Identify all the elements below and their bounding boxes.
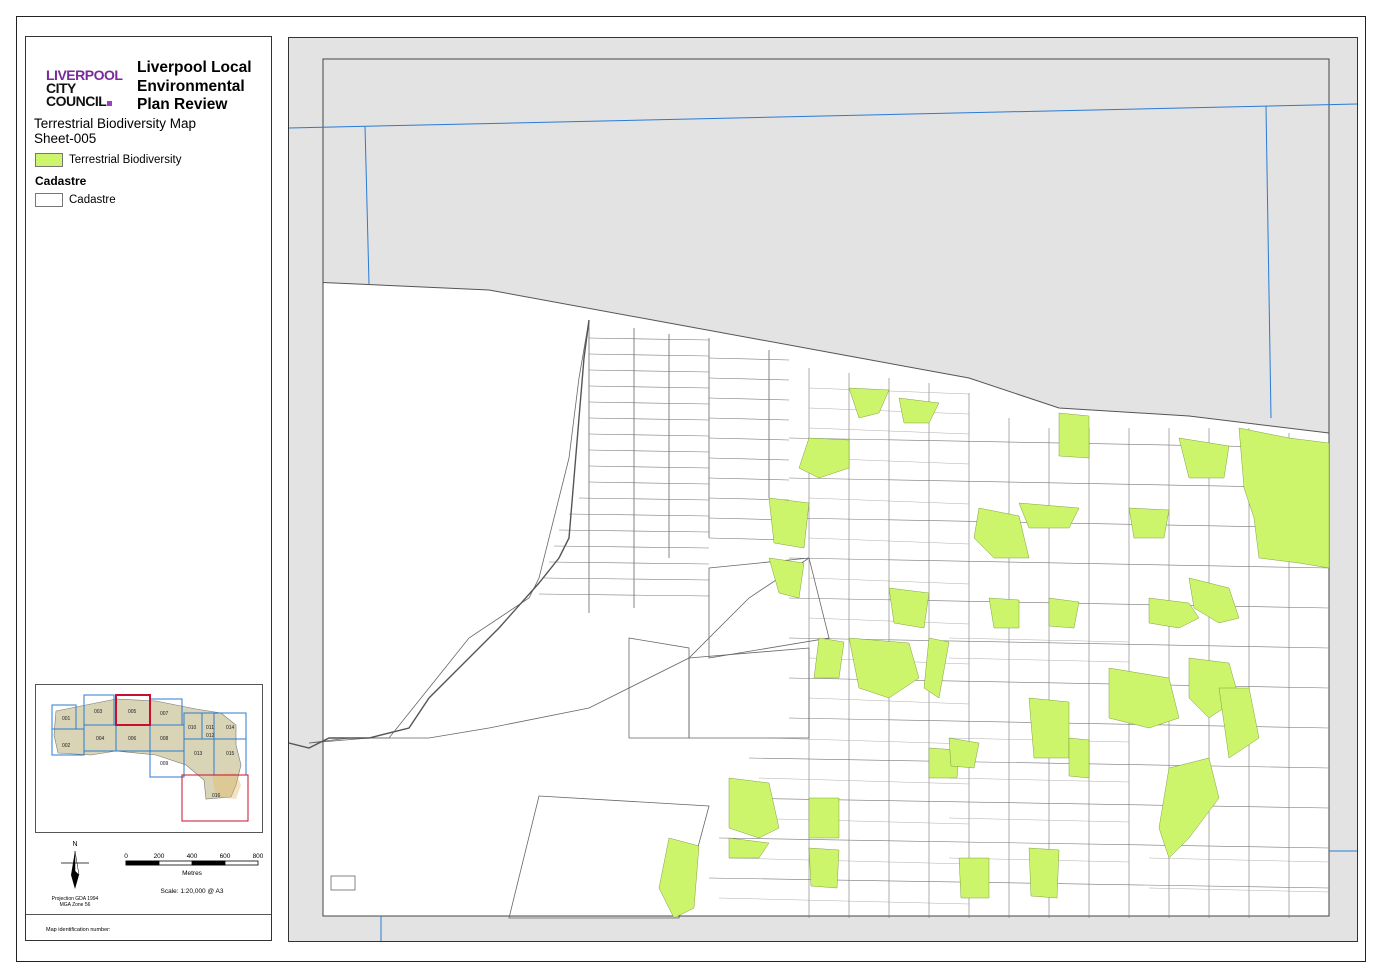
svg-text:002: 002 — [62, 743, 71, 749]
scale-and-north: N 0 200 400 600 800 Metres Scale: 1:20,0… — [35, 839, 264, 917]
legend-item-cadastre: Cadastre — [35, 193, 116, 207]
scale-tick-200: 200 — [154, 853, 165, 860]
legend-label-cadastre: Cadastre — [69, 194, 116, 207]
svg-text:001: 001 — [62, 716, 71, 722]
svg-text:015: 015 — [226, 751, 235, 757]
subtitle-line-2: Sheet-005 — [34, 131, 97, 146]
legend-swatch-biodiversity — [35, 153, 63, 167]
map-panel[interactable] — [288, 37, 1358, 942]
legend-item-terrestrial-biodiversity: Terrestrial Biodiversity — [35, 153, 181, 167]
scale-tick-0: 0 — [124, 853, 128, 860]
north-label: N — [72, 841, 77, 848]
map-title: Liverpool Local Environmental Plan Revie… — [137, 59, 272, 115]
cadastre-area — [289, 280, 1357, 941]
svg-text:007: 007 — [160, 711, 169, 717]
svg-text:005: 005 — [128, 709, 137, 715]
svg-text:006: 006 — [128, 736, 137, 742]
legend-swatch-cadastre — [35, 193, 63, 207]
svg-text:008: 008 — [160, 736, 169, 742]
scale-unit: Metres — [182, 870, 203, 877]
logo-dot-icon — [107, 101, 113, 106]
legend-heading-cadastre: Cadastre — [35, 174, 87, 188]
svg-text:016: 016 — [212, 793, 221, 799]
title-line-2: Environmental — [137, 77, 245, 95]
scale-tick-600: 600 — [220, 853, 231, 860]
svg-text:009: 009 — [160, 761, 169, 767]
projection-line-2: MGA Zone 56 — [60, 902, 91, 908]
title-line-3: Plan Review — [137, 96, 228, 113]
key-map-drawing: 001 002 003 004 005 006 007 008 009 010 … — [51, 694, 249, 822]
scale-ratio: Scale: 1:20,000 @ A3 — [161, 888, 224, 895]
svg-text:003: 003 — [94, 709, 103, 715]
map-canvas[interactable] — [289, 38, 1358, 942]
scale-tick-400: 400 — [187, 853, 198, 860]
svg-text:013: 013 — [194, 751, 203, 757]
svg-text:012: 012 — [206, 733, 215, 739]
title-line-1: Liverpool Local — [137, 59, 252, 76]
svg-text:010: 010 — [188, 725, 197, 731]
scale-tick-800: 800 — [253, 853, 263, 860]
council-logo: LIVERPOOL CITY COUNCIL — [46, 68, 126, 109]
svg-text:004: 004 — [96, 736, 105, 742]
map-id-row: Map identification number: — [26, 914, 271, 940]
legend-panel: LIVERPOOL CITY COUNCIL Liverpool Local E… — [25, 36, 272, 941]
north-arrow-icon — [61, 850, 89, 889]
key-map: 001 002 003 004 005 006 007 008 009 010 … — [35, 684, 263, 833]
map-id-label: Map identification number: — [46, 927, 111, 933]
svg-text:014: 014 — [226, 725, 235, 731]
north-scale-drawing: N 0 200 400 600 800 Metres Scale: 1:20,0… — [52, 841, 264, 908]
map-subtitle: Terrestrial Biodiversity Map Sheet-005 — [34, 116, 196, 146]
subtitle-line-1: Terrestrial Biodiversity Map — [34, 116, 197, 131]
svg-text:011: 011 — [206, 725, 214, 731]
legend-label-biodiversity: Terrestrial Biodiversity — [69, 154, 182, 167]
logo-line-3: COUNCIL — [46, 93, 107, 109]
